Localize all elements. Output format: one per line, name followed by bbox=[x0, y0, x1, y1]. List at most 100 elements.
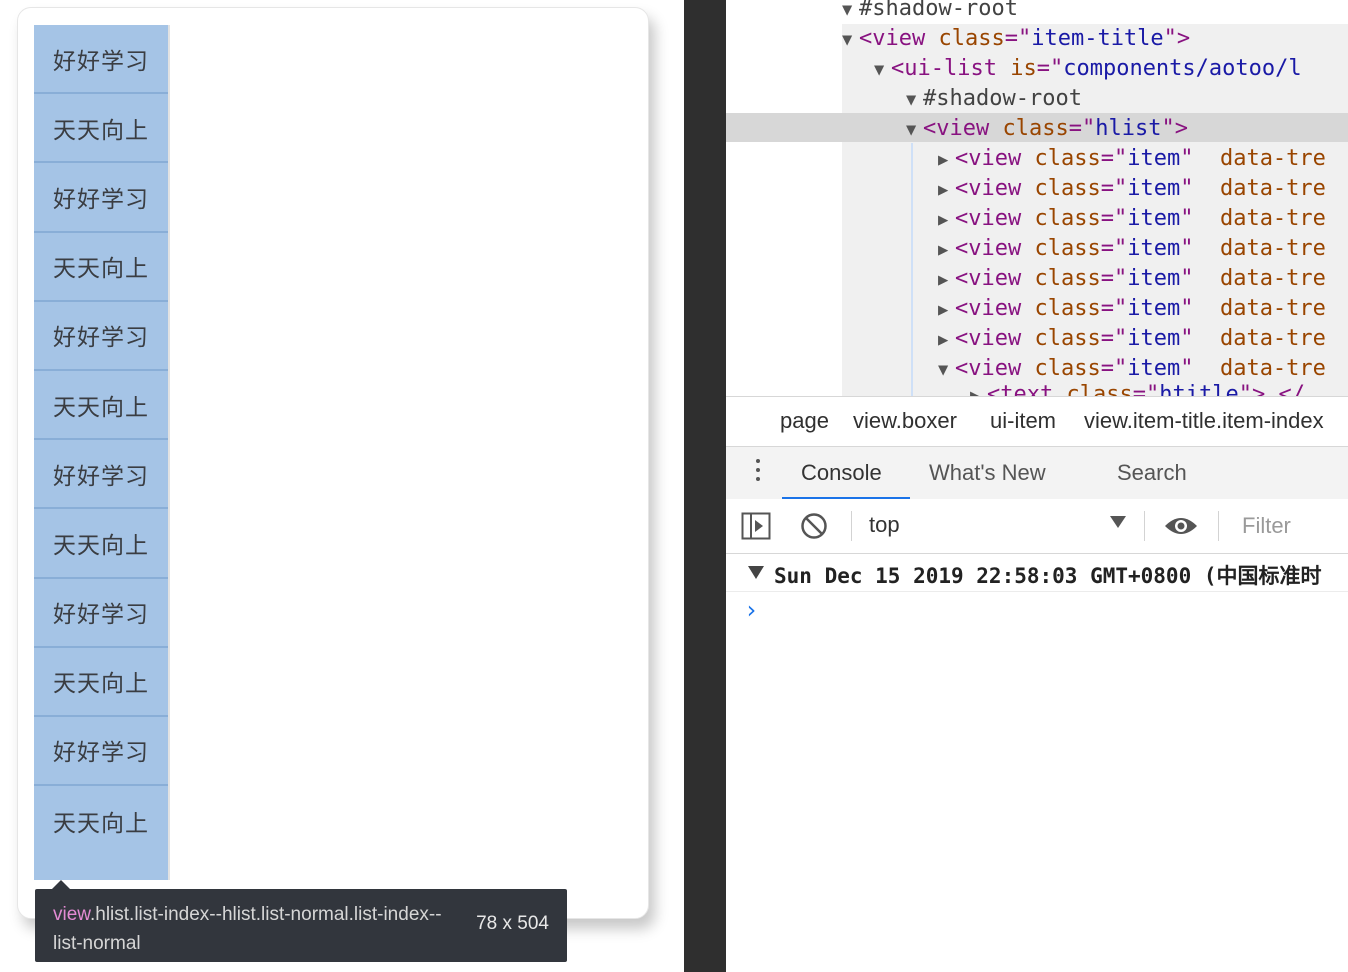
node-attr: class bbox=[938, 26, 1005, 51]
node-attr: data-tre bbox=[1219, 356, 1326, 381]
eye-icon[interactable] bbox=[1164, 514, 1198, 543]
node-close-tag: </ bbox=[1278, 382, 1305, 396]
elements-tree: ▼ #shadow-root ▼ <view class="item-title">… bbox=[726, 0, 1348, 396]
simulator-panel: 好好学习 天天向上 好好学习 天天向上 好好学习 天天向上 好好学习 天天向上 … bbox=[0, 0, 684, 972]
tree-node[interactable]: ▶ <view class="item" data-tre bbox=[938, 234, 1326, 264]
toolbar-separator bbox=[1218, 511, 1219, 541]
list-item[interactable]: 好好学习 bbox=[34, 163, 168, 233]
node-close: > bbox=[1176, 26, 1191, 51]
sidebar-toggle-icon[interactable] bbox=[741, 512, 771, 545]
expand-triangle-icon[interactable]: ▶ bbox=[938, 265, 955, 295]
expand-triangle-icon[interactable]: ▶ bbox=[938, 235, 955, 265]
breadcrumb-item[interactable]: ui-item bbox=[990, 408, 1056, 434]
tree-node[interactable]: ▶ <view class="item" data-tre bbox=[938, 204, 1326, 234]
context-select[interactable]: top bbox=[869, 512, 900, 538]
collapse-triangle-icon[interactable]: ▼ bbox=[874, 55, 891, 85]
node-close: > bbox=[1251, 382, 1266, 396]
tab-console[interactable]: Console bbox=[801, 460, 882, 486]
node-attr: class bbox=[1034, 206, 1101, 231]
list-item[interactable]: 好好学习 bbox=[34, 25, 168, 95]
breadcrumb-item[interactable]: page bbox=[780, 408, 829, 434]
node-attr: data-tre bbox=[1219, 176, 1326, 201]
expand-triangle-icon[interactable] bbox=[748, 566, 764, 579]
breadcrumb-item[interactable]: view.boxer bbox=[853, 408, 957, 434]
devtools-panel: ▼ #shadow-root ▼ <view class="item-title">… bbox=[726, 0, 1348, 972]
console-prompt-icon[interactable]: › bbox=[744, 596, 758, 624]
tooltip-class: .hlist.list-index--hlist.list-normal.lis… bbox=[53, 904, 442, 954]
expand-triangle-icon[interactable]: ▶ bbox=[938, 205, 955, 235]
panel-divider[interactable] bbox=[684, 0, 726, 972]
expand-triangle-icon[interactable]: ▶ bbox=[938, 175, 955, 205]
node-attr: class bbox=[1002, 116, 1069, 141]
node-attr-value: htitle bbox=[1159, 382, 1239, 396]
tree-node[interactable]: ▶ <view class="item" data-tre bbox=[938, 264, 1326, 294]
collapse-triangle-icon[interactable]: ▼ bbox=[938, 355, 955, 385]
tree-node[interactable]: ▶ <view class="item" data-tre bbox=[938, 324, 1326, 354]
node-attr: class bbox=[1034, 356, 1101, 381]
node-attr-value: item bbox=[1127, 326, 1181, 351]
tree-node-selected[interactable]: ▼ <view class="hlist"> bbox=[906, 114, 1188, 144]
list-item[interactable]: 好好学习 bbox=[34, 302, 168, 371]
tooltip-selector: view.hlist.list-index--hlist.list-normal… bbox=[53, 900, 453, 958]
tree-node[interactable]: ▼ #shadow-root bbox=[906, 84, 1082, 114]
tab-whats-new[interactable]: What's New bbox=[929, 460, 1046, 486]
list-item[interactable]: 天天向上 bbox=[34, 509, 168, 579]
node-tag: view bbox=[872, 26, 926, 51]
node-tag: view bbox=[968, 176, 1022, 201]
node-attr: data-tre bbox=[1219, 326, 1326, 351]
clear-console-icon[interactable] bbox=[800, 512, 828, 545]
more-menu-icon[interactable] bbox=[756, 459, 760, 486]
list-item[interactable]: 天天向上 bbox=[34, 233, 168, 302]
tree-node[interactable]: ▼ #shadow-root bbox=[842, 0, 1018, 24]
console-log-row[interactable]: Sun Dec 15 2019 22:58:03 GMT+0800 (中国标准时 bbox=[726, 554, 1348, 592]
inspect-tooltip: view.hlist.list-index--hlist.list-normal… bbox=[35, 889, 567, 962]
node-attr-value: item bbox=[1127, 236, 1181, 261]
list-item[interactable]: 好好学习 bbox=[34, 717, 168, 787]
tooltip-arrow bbox=[52, 880, 70, 889]
node-tag: ui-list bbox=[904, 56, 997, 81]
list-item[interactable]: 天天向上 bbox=[34, 648, 168, 717]
list-item[interactable]: 天天向上 bbox=[34, 371, 168, 441]
node-attr: class bbox=[1066, 382, 1133, 396]
toolbar-separator bbox=[851, 511, 852, 541]
filter-input[interactable] bbox=[1230, 507, 1348, 545]
node-attr: data-tre bbox=[1219, 296, 1326, 321]
node-tag: view bbox=[968, 266, 1022, 291]
expand-triangle-icon[interactable]: ▶ bbox=[938, 145, 955, 175]
expand-triangle-icon[interactable]: ▶ bbox=[970, 381, 987, 396]
node-attr-value: item-title bbox=[1031, 26, 1164, 51]
node-attr: data-tre bbox=[1219, 266, 1326, 291]
node-attr: class bbox=[1034, 176, 1101, 201]
node-tag: view bbox=[968, 356, 1022, 381]
node-attr: is bbox=[1010, 56, 1037, 81]
node-attr-value: item bbox=[1127, 266, 1181, 291]
tree-node[interactable]: ▶ <text class="htitle"> </ bbox=[970, 380, 1305, 396]
tree-node[interactable]: ▶ <view class="item" data-tre bbox=[938, 294, 1326, 324]
list-item[interactable]: 好好学习 bbox=[34, 440, 168, 510]
node-tag: view bbox=[968, 326, 1022, 351]
node-attr-value: item bbox=[1127, 176, 1181, 201]
expand-triangle-icon[interactable]: ▶ bbox=[938, 295, 955, 325]
tree-node[interactable]: ▼ <view class="item-title"> bbox=[842, 24, 1190, 54]
drawer-tabs: Console What's New Search bbox=[726, 446, 1348, 500]
list-item[interactable]: 好好学习 bbox=[34, 579, 168, 648]
dropdown-arrow-icon[interactable] bbox=[1110, 516, 1126, 528]
node-attr: class bbox=[1034, 266, 1101, 291]
breadcrumb-item[interactable]: view.item-title.item-index bbox=[1084, 408, 1324, 434]
tooltip-tag: view bbox=[53, 904, 90, 925]
node-close: > bbox=[1174, 116, 1188, 141]
collapse-triangle-icon[interactable]: ▼ bbox=[842, 0, 859, 25]
node-tag: view bbox=[936, 116, 990, 141]
list-item[interactable]: 天天向上 bbox=[34, 94, 168, 164]
collapse-triangle-icon[interactable]: ▼ bbox=[906, 115, 923, 145]
expand-triangle-icon[interactable]: ▶ bbox=[938, 325, 955, 355]
tree-node-text: #shadow-root bbox=[859, 0, 1018, 21]
tab-search[interactable]: Search bbox=[1117, 460, 1187, 486]
tree-node[interactable]: ▶ <view class="item" data-tre bbox=[938, 174, 1326, 204]
list-item[interactable]: 天天向上 bbox=[34, 786, 168, 855]
tree-node[interactable]: ▶ <view class="item" data-tre bbox=[938, 144, 1326, 174]
tree-node[interactable]: ▼ <ui-list is="components/aotoo/l bbox=[874, 54, 1302, 84]
collapse-triangle-icon[interactable]: ▼ bbox=[842, 25, 859, 55]
node-attr-value: item bbox=[1127, 296, 1181, 321]
collapse-triangle-icon[interactable]: ▼ bbox=[906, 85, 923, 115]
